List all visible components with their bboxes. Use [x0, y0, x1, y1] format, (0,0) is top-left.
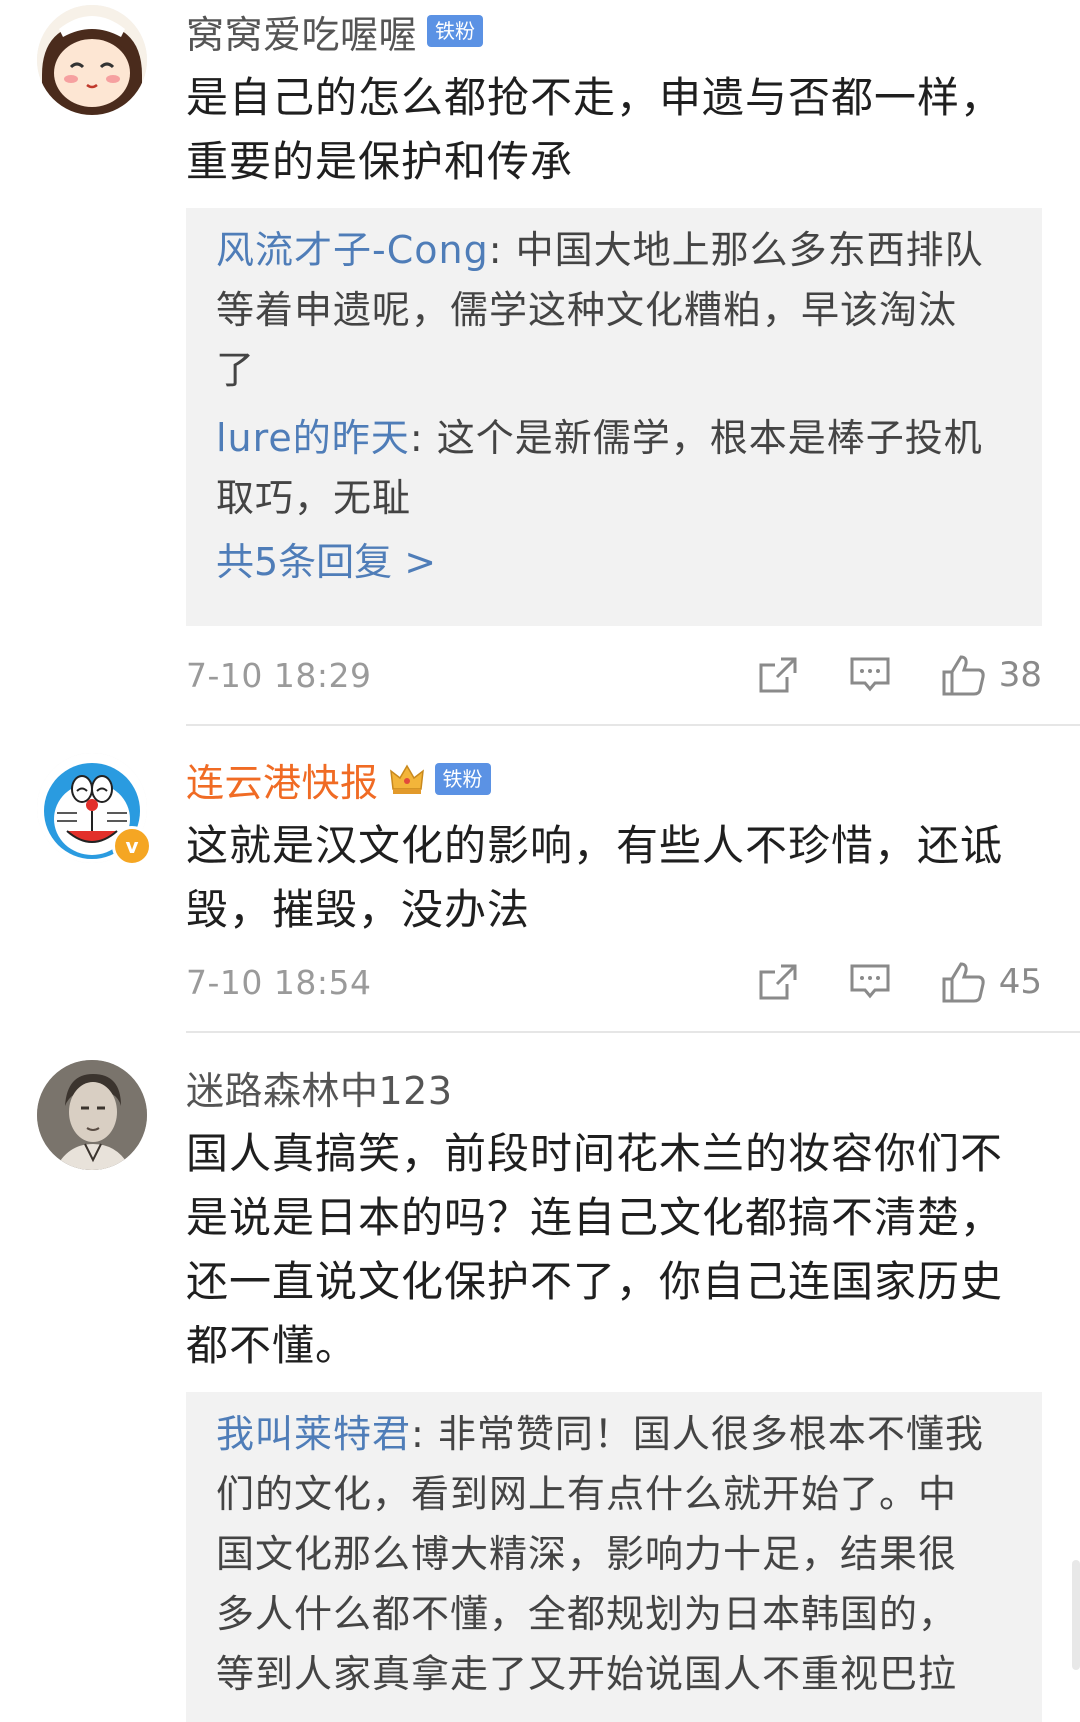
reply-item: 我叫莱特君: 非常赞同！国人很多根本不懂我 们的文化，看到网上有点什么就开始了。…: [216, 1404, 1012, 1704]
avatar-girl-image: [37, 5, 147, 115]
reply-item: 风流才子-Cong: 中国大地上那么多东西排队 等着申遗呢，儒学这种文化糟粕，早…: [216, 220, 1012, 400]
comment-button[interactable]: [849, 962, 891, 1002]
comment-icon: [850, 657, 890, 692]
like-count: 45: [998, 962, 1042, 1002]
name-row: 连云港快报 铁粉: [186, 752, 491, 807]
reply-item: lure的昨天: 这个是新儒学，根本是棒子投机 取巧，无耻: [216, 408, 1012, 528]
comment-text-line: 这就是汉文化的影响，有些人不珍惜，还诋: [186, 821, 1004, 870]
reply-text: 国文化那么博大精深，影响力十足，结果很: [216, 1532, 958, 1576]
crown-icon: [389, 764, 424, 794]
share-icon: [759, 964, 797, 1000]
like-button[interactable]: 38: [941, 653, 1042, 697]
verified-icon: v: [112, 826, 152, 866]
reply-box[interactable]: 我叫莱特君: 非常赞同！国人很多根本不懂我 们的文化，看到网上有点什么就开始了。…: [186, 1392, 1042, 1722]
username[interactable]: 连云港快报: [186, 752, 379, 807]
timestamp: 7-10 18:54: [186, 962, 372, 1002]
comment-text-line: 国人真搞笑，前段时间花木兰的妆容你们不: [186, 1129, 1004, 1178]
comment-text: 国人真搞笑，前段时间花木兰的妆容你们不 是说是日本的吗？连自己文化都搞不清楚， …: [186, 1122, 1036, 1378]
divider: [186, 724, 1080, 726]
timestamp: 7-10 18:29: [186, 655, 372, 695]
comment-text-line: 是说是日本的吗？连自己文化都搞不清楚，: [186, 1193, 1004, 1242]
name-row: 迷路森林中123: [186, 1060, 453, 1115]
comment-text-line: 还一直说文化保护不了，你自己连国家历史: [186, 1257, 1004, 1306]
share-button[interactable]: [757, 962, 799, 1002]
share-icon: [759, 657, 797, 693]
avatar[interactable]: [37, 1060, 147, 1170]
comment-text-line: 重要的是保护和传承: [186, 137, 574, 186]
share-button[interactable]: [757, 655, 799, 695]
meta-row: 7-10 18:29 38: [186, 650, 1042, 700]
more-replies-link[interactable]: 共5条回复 >: [216, 532, 1012, 592]
avatar[interactable]: [37, 5, 147, 115]
comment-text-line: 都不懂。: [186, 1321, 359, 1370]
like-count: 38: [998, 655, 1042, 695]
reply-text: 取巧，无耻: [216, 476, 412, 520]
name-row: 窝窝爱吃喔喔 铁粉: [186, 4, 484, 59]
comment-text: 这就是汉文化的影响，有些人不珍惜，还诋 毁，摧毁，没办法: [186, 814, 1036, 942]
reply-text: : 非常赞同！国人很多根本不懂我: [411, 1412, 984, 1456]
username[interactable]: 窝窝爱吃喔喔: [186, 4, 417, 59]
comment-button[interactable]: [849, 655, 891, 695]
reply-text: : 中国大地上那么多东西排队: [488, 228, 984, 272]
like-icon: [942, 962, 985, 1003]
comment-text-line: 毁，摧毁，没办法: [186, 885, 531, 934]
reply-text: 多人什么都不懂，全都规划为日本韩国的，: [216, 1592, 958, 1636]
like-button[interactable]: 45: [941, 960, 1042, 1004]
fan-badge: 铁粉: [427, 15, 484, 47]
avatar-photo-image: [37, 1060, 147, 1170]
reply-username[interactable]: lure的昨天: [216, 416, 410, 460]
scrollbar[interactable]: [1072, 1560, 1080, 1670]
reply-username[interactable]: 风流才子-Cong: [216, 228, 489, 272]
divider: [186, 1031, 1080, 1033]
comment-text: 是自己的怎么都抢不走，申遗与否都一样， 重要的是保护和传承: [186, 66, 1036, 194]
reply-text: 等着申遗呢，儒学这种文化糟粕，早该淘汰: [216, 288, 958, 332]
comment-icon: [850, 964, 890, 999]
meta-row: 7-10 18:54 45: [186, 957, 1042, 1007]
reply-text: 了: [216, 348, 256, 392]
reply-text: : 这个是新儒学，根本是棒子投机: [409, 416, 983, 460]
username[interactable]: 迷路森林中123: [186, 1060, 453, 1115]
reply-text: 等到人家真拿走了又开始说国人不重视巴拉: [216, 1652, 958, 1696]
reply-box[interactable]: 风流才子-Cong: 中国大地上那么多东西排队 等着申遗呢，儒学这种文化糟粕，早…: [186, 208, 1042, 626]
reply-text: 们的文化，看到网上有点什么就开始了。中: [216, 1472, 958, 1516]
like-icon: [942, 655, 985, 696]
comment-text-line: 是自己的怎么都抢不走，申遗与否都一样，: [186, 73, 1004, 122]
reply-username[interactable]: 我叫莱特君: [216, 1412, 411, 1456]
fan-badge: 铁粉: [434, 763, 491, 795]
